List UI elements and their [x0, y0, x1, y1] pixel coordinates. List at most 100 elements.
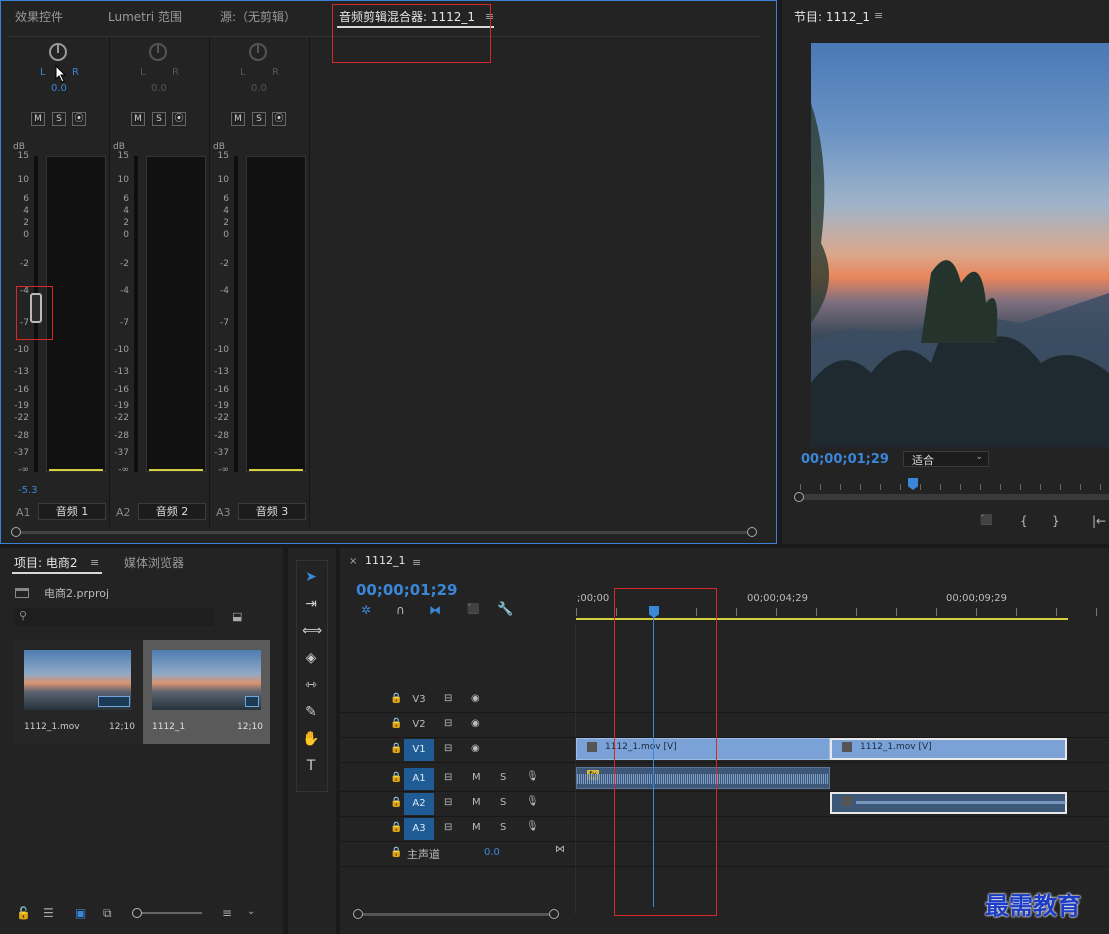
timeline-playhead-line[interactable]	[653, 617, 654, 907]
sync-lock-icon[interactable]: ⊟	[444, 718, 452, 729]
mute-button[interactable]: M	[231, 112, 245, 126]
channel-name-a3[interactable]: 音频 3	[238, 503, 306, 520]
level-readout-a1[interactable]: -5.3	[18, 485, 38, 496]
lock-icon[interactable]: 🔓	[16, 906, 31, 920]
scroll-handle-left[interactable]	[794, 492, 804, 502]
go-to-end-icon[interactable]: ⋈	[555, 844, 565, 855]
wrench-icon[interactable]: 🔧	[497, 602, 513, 617]
track-target-label[interactable]: A3	[404, 818, 434, 840]
work-area-bar[interactable]	[576, 618, 1068, 620]
program-timecode[interactable]: 00;00;01;29	[801, 452, 889, 467]
lock-icon[interactable]: 🔒	[390, 822, 402, 833]
sync-lock-icon[interactable]: ⊟	[444, 822, 452, 833]
solo-track-button[interactable]: S	[500, 822, 506, 833]
tab-media-browser[interactable]: 媒体浏览器	[124, 554, 184, 571]
timeline-timecode[interactable]: 00;00;01;29	[356, 581, 458, 599]
scroll-handle-left[interactable]	[353, 909, 363, 919]
record-button[interactable]: ⦿	[72, 112, 86, 126]
mute-track-button[interactable]: M	[472, 772, 481, 783]
zoom-slider[interactable]	[132, 908, 202, 918]
video-clip-v1-b[interactable]: 1112_1.mov [V]	[830, 738, 1067, 760]
snap-magnet-icon[interactable]: ∩	[396, 603, 405, 617]
program-monitor-title[interactable]: 节目: 1112_1	[794, 8, 870, 25]
panel-menu-icon[interactable]: ≡	[874, 9, 883, 22]
master-track[interactable]: 🔒 主声道 0.0 ⋈	[340, 842, 1109, 867]
list-view-icon[interactable]: ☰	[43, 906, 54, 920]
record-button[interactable]: ⦿	[172, 112, 186, 126]
tab-audio-clip-mixer[interactable]: 音频剪辑混合器: 1112_1	[339, 8, 475, 25]
eye-icon[interactable]: ◉	[471, 718, 480, 729]
program-video-frame[interactable]	[811, 43, 1109, 447]
scroll-handle-left[interactable]	[11, 527, 21, 537]
solo-track-button[interactable]: S	[500, 772, 506, 783]
nest-icon[interactable]: ✲	[361, 603, 371, 617]
track-select-tool-icon[interactable]: ⇥	[302, 595, 320, 613]
project-item-1112-1-mov[interactable]: 1112_1.mov 12;10	[14, 640, 142, 744]
record-button[interactable]: ⦿	[272, 112, 286, 126]
microphone-icon[interactable]: 🎙	[526, 821, 539, 832]
close-icon[interactable]: ×	[349, 556, 357, 567]
microphone-icon[interactable]: 🎙	[526, 796, 539, 807]
audio-clip-a1[interactable]: fx	[576, 767, 830, 789]
mute-button[interactable]: M	[131, 112, 145, 126]
type-tool-icon[interactable]: T	[302, 757, 320, 775]
pan-value[interactable]: 0.0	[251, 83, 267, 94]
lock-icon[interactable]: 🔒	[390, 693, 402, 704]
solo-button[interactable]: S	[152, 112, 166, 126]
pan-knob[interactable]	[249, 43, 267, 61]
audio-clip-a2[interactable]	[830, 792, 1067, 814]
mixer-scrollbar[interactable]	[11, 527, 757, 537]
new-bin-search-icon[interactable]: ⬓	[232, 610, 242, 623]
volume-fader-track[interactable]	[234, 156, 238, 472]
tab-sequence[interactable]: 1112_1	[365, 554, 406, 567]
solo-track-button[interactable]: S	[500, 797, 506, 808]
tab-source[interactable]: 源:（无剪辑）	[220, 8, 296, 25]
audio-track-a3[interactable]: 🔒 A3 ⊟ M S 🎙	[340, 817, 1109, 842]
hand-tool-icon[interactable]: ✋	[302, 730, 320, 748]
sort-icon[interactable]: ≡	[222, 906, 232, 920]
zoom-slider-handle[interactable]	[132, 908, 142, 918]
panel-menu-icon[interactable]: ≡	[90, 556, 99, 569]
video-clip-v1-a[interactable]: 1112_1.mov [V]	[576, 738, 830, 760]
pan-knob[interactable]	[49, 43, 67, 61]
panel-menu-icon[interactable]: ≡	[485, 10, 494, 23]
slip-tool-icon[interactable]: ⇿	[302, 676, 320, 694]
pan-value[interactable]: 0.0	[151, 83, 167, 94]
project-item-1112-1-sequence[interactable]: 1112_1 12;10	[143, 640, 270, 744]
tab-project[interactable]: 项目: 电商2	[14, 554, 78, 571]
microphone-icon[interactable]: 🎙	[526, 771, 539, 782]
freeform-view-icon[interactable]: ⧉	[103, 906, 112, 921]
eye-icon[interactable]: ◉	[471, 743, 480, 754]
linked-selection-icon[interactable]: ⧓	[429, 603, 441, 617]
icon-view-icon[interactable]: ▣	[75, 906, 86, 920]
mark-out-button[interactable]: }	[1052, 514, 1060, 528]
eye-icon[interactable]: ◉	[471, 693, 480, 704]
panel-menu-icon[interactable]: ≡	[412, 556, 421, 569]
lock-icon[interactable]: 🔒	[390, 718, 402, 729]
chevron-down-icon[interactable]: ⌄	[247, 906, 255, 917]
timeline-scrollbar[interactable]	[353, 909, 559, 919]
tab-effect-controls[interactable]: 效果控件	[15, 8, 63, 25]
channel-name-a2[interactable]: 音频 2	[138, 503, 206, 520]
sync-lock-icon[interactable]: ⊟	[444, 797, 452, 808]
sync-lock-icon[interactable]: ⊟	[444, 743, 452, 754]
lock-icon[interactable]: 🔒	[390, 797, 402, 808]
lock-icon[interactable]: 🔒	[390, 847, 402, 858]
selection-tool-icon[interactable]: ➤	[302, 568, 320, 586]
pen-tool-icon[interactable]: ✎	[302, 703, 320, 721]
track-target-label[interactable]: A2	[404, 793, 434, 815]
master-track-value[interactable]: 0.0	[484, 847, 500, 858]
ripple-edit-tool-icon[interactable]: ⟺	[302, 622, 322, 640]
video-track-v2[interactable]: 🔒 V2 ⊟ ◉	[340, 713, 1109, 738]
tab-lumetri-scopes[interactable]: Lumetri 范围	[108, 8, 182, 25]
track-target-label[interactable]: V2	[404, 714, 434, 736]
volume-fader-handle[interactable]	[30, 293, 42, 323]
track-target-label[interactable]: V1	[404, 739, 434, 761]
mark-in-button[interactable]: {	[1020, 514, 1028, 528]
search-input[interactable]: ⚲	[14, 608, 214, 626]
video-track-v3[interactable]: 🔒 V3 ⊟ ◉	[340, 688, 1109, 713]
volume-fader-track[interactable]	[134, 156, 138, 472]
lock-icon[interactable]: 🔒	[390, 743, 402, 754]
track-target-label[interactable]: A1	[404, 768, 434, 790]
add-marker-icon[interactable]: ⬛	[467, 604, 479, 615]
